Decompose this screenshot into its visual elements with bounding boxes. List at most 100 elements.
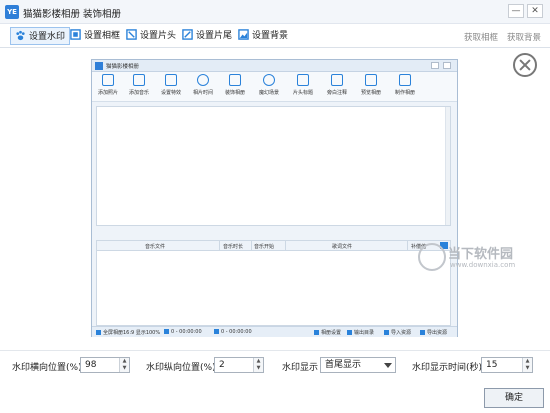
preview-tool-label: 预览相册 xyxy=(360,90,381,96)
tab-ending-label: 设置片尾 xyxy=(196,31,233,41)
effects-icon xyxy=(165,74,177,86)
photo-icon xyxy=(102,74,114,86)
status-time-1-text: 0 - 00:00:00 xyxy=(171,329,202,335)
minimize-button[interactable]: — xyxy=(508,4,524,18)
preview-tool-label: 魔幻场景 xyxy=(258,90,279,96)
preview-app-icon xyxy=(95,62,103,70)
grid-icon xyxy=(399,74,411,86)
preview-tool-label: 相片时间 xyxy=(192,90,213,96)
preview-tool-photo: 添加照片 xyxy=(93,74,123,101)
preview-tool-title: 片头标题 xyxy=(288,74,318,101)
text-icon xyxy=(297,74,309,86)
tab-background[interactable]: 设置背景 xyxy=(234,27,292,45)
status-time-2: 0 - 00:00:00 xyxy=(214,329,252,335)
tab-intro[interactable]: 设置片头 xyxy=(122,27,180,45)
paw-icon xyxy=(16,30,25,41)
preview-title: 猫猫影楼相册 xyxy=(106,64,140,70)
music-col-file: 音乐文件 xyxy=(145,244,166,250)
preview-tool-label: 添加照片 xyxy=(97,90,118,96)
music-table: 音乐文件 音乐时长 音乐开始 歌词文件 补偿值 xyxy=(96,240,451,326)
title-bar: YE 猫猫影楼相册 装饰相册 — ✕ xyxy=(0,0,550,24)
music-small-icon xyxy=(214,329,219,334)
preview-titlebar: 猫猫影楼相册 xyxy=(92,60,457,72)
column-divider xyxy=(251,241,252,251)
status-btn-settings-text: 相册设置 xyxy=(321,330,342,336)
h-pos-spinner[interactable]: ▲ ▼ xyxy=(119,358,129,372)
close-window-button[interactable]: ✕ xyxy=(527,4,543,18)
preview-tool-label: 旁白注释 xyxy=(326,90,347,96)
close-preview-icon[interactable] xyxy=(513,53,537,77)
preview-tool-label: 设置特效 xyxy=(160,90,181,96)
preview-scrollbar xyxy=(445,107,450,225)
h-pos-value: 98 xyxy=(85,360,97,370)
v-pos-spinner[interactable]: ▲ ▼ xyxy=(253,358,263,372)
preview-minimize-icon xyxy=(431,62,439,69)
duration-value: 15 xyxy=(486,360,498,370)
preview-close-icon xyxy=(443,62,451,69)
tab-background-label: 设置背景 xyxy=(252,31,289,41)
music-col-start: 音乐开始 xyxy=(254,244,275,250)
preview-tool-effects: 设置特效 xyxy=(156,74,186,101)
status-btn-settings: 相册设置 xyxy=(314,329,341,336)
music-icon xyxy=(133,74,145,86)
display-select[interactable]: 首尾显示 xyxy=(320,357,396,373)
status-btn-output: 输出目录 xyxy=(347,329,374,336)
decorate-icon xyxy=(229,74,241,86)
status-zoom: 全屏相册16:9 显示100% xyxy=(96,329,160,336)
tab-frame-label: 设置相框 xyxy=(84,31,121,41)
status-time-2-text: 0 - 00:00:00 xyxy=(221,329,252,335)
duration-input[interactable]: 15 ▲ ▼ xyxy=(481,357,533,373)
tab-intro-label: 设置片头 xyxy=(140,31,177,41)
ending-icon xyxy=(182,29,193,40)
duration-spinner[interactable]: ▲ ▼ xyxy=(522,358,532,372)
preview-tool-label: 制作相册 xyxy=(394,90,415,96)
tab-watermark-label: 设置水印 xyxy=(29,32,66,42)
get-frame-link[interactable]: 获取相框 xyxy=(464,31,498,43)
monitor-icon xyxy=(365,74,377,86)
image-small-icon xyxy=(164,329,169,334)
preview-tool-decorate: 装饰相册 xyxy=(220,74,250,101)
column-divider xyxy=(407,241,408,251)
preview-tool-music: 添加音乐 xyxy=(124,74,154,101)
display-label: 水印显示 xyxy=(282,363,319,373)
v-pos-label: 水印纵向位置(%) xyxy=(146,363,216,373)
chevron-down-icon xyxy=(384,363,392,368)
window-title: 猫猫影楼相册 装饰相册 xyxy=(23,9,122,20)
status-btn-export: 导出资源 xyxy=(420,329,447,336)
tab-ending[interactable]: 设置片尾 xyxy=(178,27,236,45)
status-time-1: 0 - 00:00:00 xyxy=(164,329,202,335)
status-zoom-text: 全屏相册16:9 显示100% xyxy=(103,330,161,336)
preview-tool-scene: 魔幻场景 xyxy=(254,74,284,101)
preview-tool-make: 制作相册 xyxy=(390,74,420,101)
column-divider xyxy=(285,241,286,251)
preview-tool-preview: 预览相册 xyxy=(356,74,386,101)
preview-toolbar: 添加照片 添加音乐 设置特效 相片时间 装饰相册 魔幻场景 片头标题 旁白注释 … xyxy=(92,72,457,102)
ok-button[interactable]: 确定 xyxy=(484,388,544,408)
preview-window: 猫猫影楼相册 添加照片 添加音乐 设置特效 相片时间 装饰相册 魔幻场景 片头标… xyxy=(91,59,458,337)
background-icon xyxy=(238,29,249,40)
site-watermark-side: 当下软件园 www.downxia.com xyxy=(418,243,550,281)
tab-frame[interactable]: 设置相框 xyxy=(66,27,124,45)
h-pos-input[interactable]: 98 ▲ ▼ xyxy=(80,357,130,373)
status-btn-import: 导入资源 xyxy=(384,329,411,336)
v-pos-value: 2 xyxy=(219,360,225,370)
photo-preview-area xyxy=(96,106,451,226)
monitor-small-icon xyxy=(96,330,101,335)
display-value: 首尾显示 xyxy=(325,360,362,370)
v-pos-input[interactable]: 2 ▲ ▼ xyxy=(214,357,264,373)
preview-tool-label: 装饰相册 xyxy=(224,90,245,96)
watermark-url: www.downxia.com xyxy=(450,261,516,269)
status-btn-export-text: 导出资源 xyxy=(427,330,448,336)
app-logo-icon: YE xyxy=(5,5,19,19)
mask-icon xyxy=(263,74,275,86)
duration-label: 水印显示时间(秒) xyxy=(412,363,483,373)
get-background-link[interactable]: 获取背景 xyxy=(507,31,541,43)
tab-watermark[interactable]: 设置水印 xyxy=(10,27,71,45)
preview-tool-label: 添加音乐 xyxy=(128,90,149,96)
music-table-header: 音乐文件 音乐时长 音乐开始 歌词文件 补偿值 xyxy=(97,241,450,251)
intro-icon xyxy=(126,29,137,40)
frame-icon xyxy=(70,29,81,40)
preview-tool-label: 片头标题 xyxy=(292,90,313,96)
music-col-lyrics: 歌词文件 xyxy=(332,244,353,250)
column-divider xyxy=(219,241,220,251)
